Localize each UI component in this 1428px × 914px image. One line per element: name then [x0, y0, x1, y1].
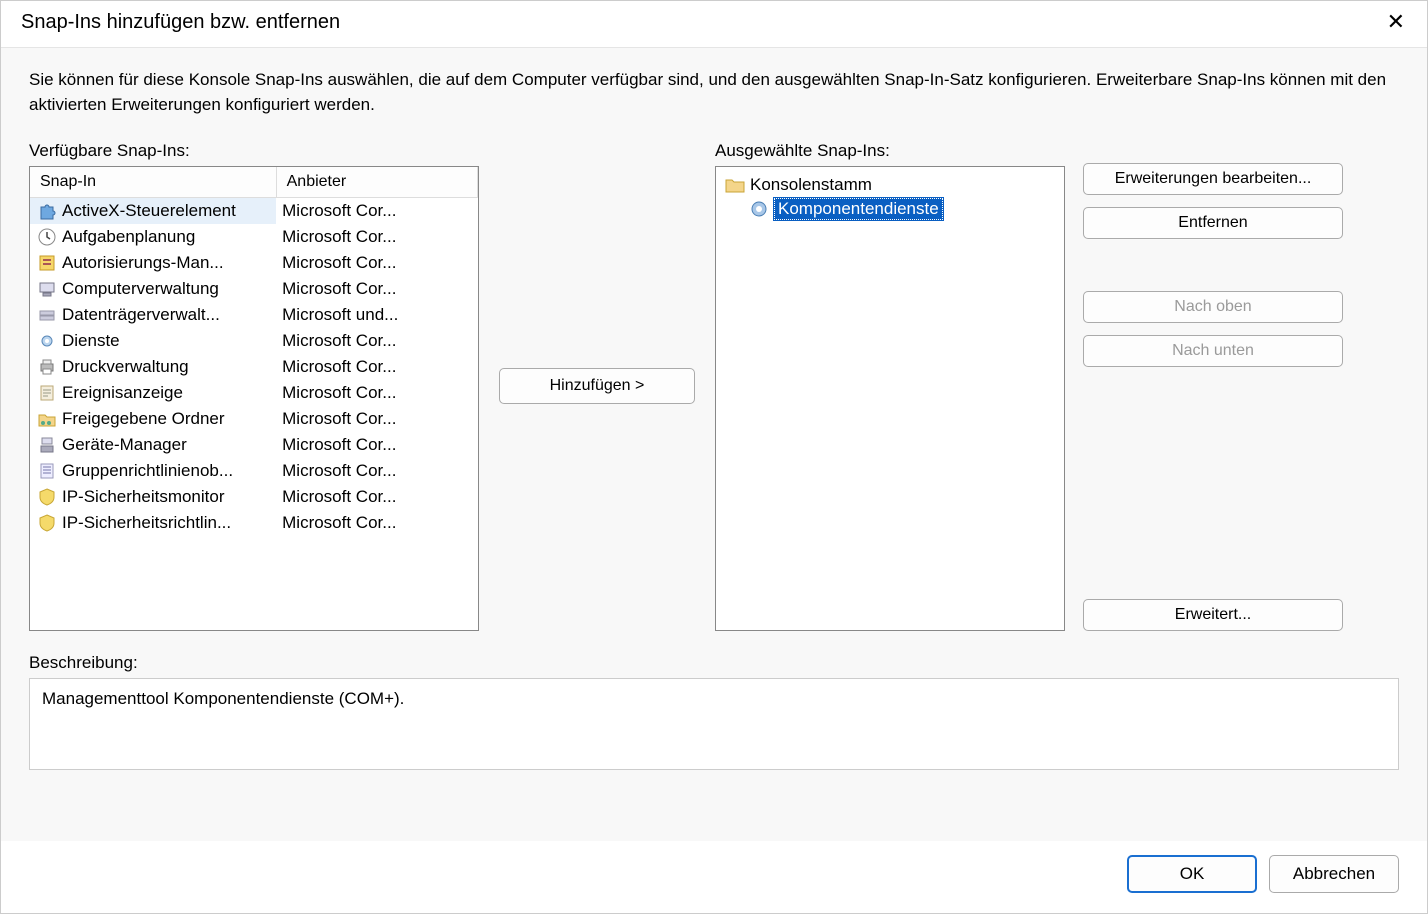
- description-label: Beschreibung:: [29, 653, 1399, 673]
- intro-text: Sie können für diese Konsole Snap-Ins au…: [29, 68, 1399, 117]
- snapin-row[interactable]: IP-Sicherheitsrichtlin... Microsoft Cor..…: [30, 510, 478, 536]
- column-header-snapin[interactable]: Snap-In: [30, 167, 276, 198]
- snapin-vendor: Microsoft Cor...: [276, 250, 477, 276]
- dialog-window: Snap-Ins hinzufügen bzw. entfernen ✕ Sie…: [0, 0, 1428, 914]
- remove-button[interactable]: Entfernen: [1083, 207, 1343, 239]
- tree-root-item[interactable]: Konsolenstamm: [722, 173, 1058, 197]
- snapin-vendor: Microsoft Cor...: [276, 432, 477, 458]
- snapin-vendor: Microsoft Cor...: [276, 276, 477, 302]
- snapin-name: Gruppenrichtlinienob...: [62, 461, 233, 481]
- snapin-name: Freigegebene Ordner: [62, 409, 225, 429]
- snapin-row[interactable]: Computerverwaltung Microsoft Cor...: [30, 276, 478, 302]
- snapin-name: Datenträgerverwalt...: [62, 305, 220, 325]
- snapin-vendor: Microsoft Cor...: [276, 510, 477, 536]
- snapin-icon: [36, 226, 58, 248]
- snapin-icon: [36, 408, 58, 430]
- available-label: Verfügbare Snap-Ins:: [29, 141, 479, 161]
- snapin-icon: [36, 330, 58, 352]
- snapin-vendor: Microsoft Cor...: [276, 458, 477, 484]
- snapin-row[interactable]: ActiveX-Steuerelement Microsoft Cor...: [30, 198, 478, 225]
- snapin-row[interactable]: Freigegebene Ordner Microsoft Cor...: [30, 406, 478, 432]
- component-icon: [748, 198, 770, 220]
- add-button[interactable]: Hinzufügen >: [499, 368, 695, 404]
- description-box: Managementtool Komponentendienste (COM+)…: [29, 678, 1399, 770]
- advanced-button[interactable]: Erweitert...: [1083, 599, 1343, 631]
- snapin-name: Geräte-Manager: [62, 435, 187, 455]
- snapin-icon: [36, 304, 58, 326]
- snapin-name: ActiveX-Steuerelement: [62, 201, 236, 221]
- dialog-footer: OK Abbrechen: [1, 841, 1427, 913]
- snapin-name: Ereignisanzeige: [62, 383, 183, 403]
- move-up-button[interactable]: Nach oben: [1083, 291, 1343, 323]
- snapin-name: Dienste: [62, 331, 120, 351]
- snapin-name: Computerverwaltung: [62, 279, 219, 299]
- snapin-icon: [36, 252, 58, 274]
- snapin-row[interactable]: Dienste Microsoft Cor...: [30, 328, 478, 354]
- snapin-vendor: Microsoft Cor...: [276, 224, 477, 250]
- close-icon[interactable]: ✕: [1375, 7, 1417, 37]
- snapin-row[interactable]: Ereignisanzeige Microsoft Cor...: [30, 380, 478, 406]
- snapin-name: Autorisierungs-Man...: [62, 253, 224, 273]
- description-text: Managementtool Komponentendienste (COM+)…: [42, 689, 404, 708]
- snapin-icon: [36, 200, 58, 222]
- snapin-row[interactable]: Autorisierungs-Man... Microsoft Cor...: [30, 250, 478, 276]
- tree-child-item[interactable]: Komponentendienste: [746, 197, 1058, 221]
- move-down-button[interactable]: Nach unten: [1083, 335, 1343, 367]
- ok-button[interactable]: OK: [1127, 855, 1257, 893]
- snapin-row[interactable]: Datenträgerverwalt... Microsoft und...: [30, 302, 478, 328]
- snapin-row[interactable]: Gruppenrichtlinienob... Microsoft Cor...: [30, 458, 478, 484]
- selected-label: Ausgewählte Snap-Ins:: [715, 141, 1065, 161]
- snapin-name: Aufgabenplanung: [62, 227, 195, 247]
- snapin-icon: [36, 460, 58, 482]
- snapin-name: IP-Sicherheitsmonitor: [62, 487, 225, 507]
- snapin-vendor: Microsoft Cor...: [276, 406, 477, 432]
- snapin-icon: [36, 434, 58, 456]
- title-bar: Snap-Ins hinzufügen bzw. entfernen ✕: [1, 1, 1427, 48]
- snapin-vendor: Microsoft Cor...: [276, 328, 477, 354]
- snapin-icon: [36, 512, 58, 534]
- snapin-row[interactable]: Geräte-Manager Microsoft Cor...: [30, 432, 478, 458]
- snapin-name: IP-Sicherheitsrichtlin...: [62, 513, 231, 533]
- snapin-vendor: Microsoft und...: [276, 302, 477, 328]
- folder-icon: [724, 174, 746, 196]
- available-snapins-listbox[interactable]: Snap-In Anbieter ActiveX-Steuerelement Mi…: [29, 166, 479, 631]
- snapin-vendor: Microsoft Cor...: [276, 484, 477, 510]
- snapin-icon: [36, 356, 58, 378]
- cancel-button[interactable]: Abbrechen: [1269, 855, 1399, 893]
- snapin-vendor: Microsoft Cor...: [276, 198, 477, 225]
- snapin-row[interactable]: Aufgabenplanung Microsoft Cor...: [30, 224, 478, 250]
- snapin-name: Druckverwaltung: [62, 357, 189, 377]
- snapin-icon: [36, 382, 58, 404]
- snapin-row[interactable]: Druckverwaltung Microsoft Cor...: [30, 354, 478, 380]
- snapin-row[interactable]: IP-Sicherheitsmonitor Microsoft Cor...: [30, 484, 478, 510]
- dialog-title: Snap-Ins hinzufügen bzw. entfernen: [21, 11, 340, 34]
- column-header-vendor[interactable]: Anbieter: [276, 167, 477, 198]
- edit-extensions-button[interactable]: Erweiterungen bearbeiten...: [1083, 163, 1343, 195]
- snapin-vendor: Microsoft Cor...: [276, 380, 477, 406]
- selected-snapins-tree[interactable]: Konsolenstamm Komponentendienste: [715, 166, 1065, 631]
- snapin-icon: [36, 278, 58, 300]
- snapin-icon: [36, 486, 58, 508]
- snapin-vendor: Microsoft Cor...: [276, 354, 477, 380]
